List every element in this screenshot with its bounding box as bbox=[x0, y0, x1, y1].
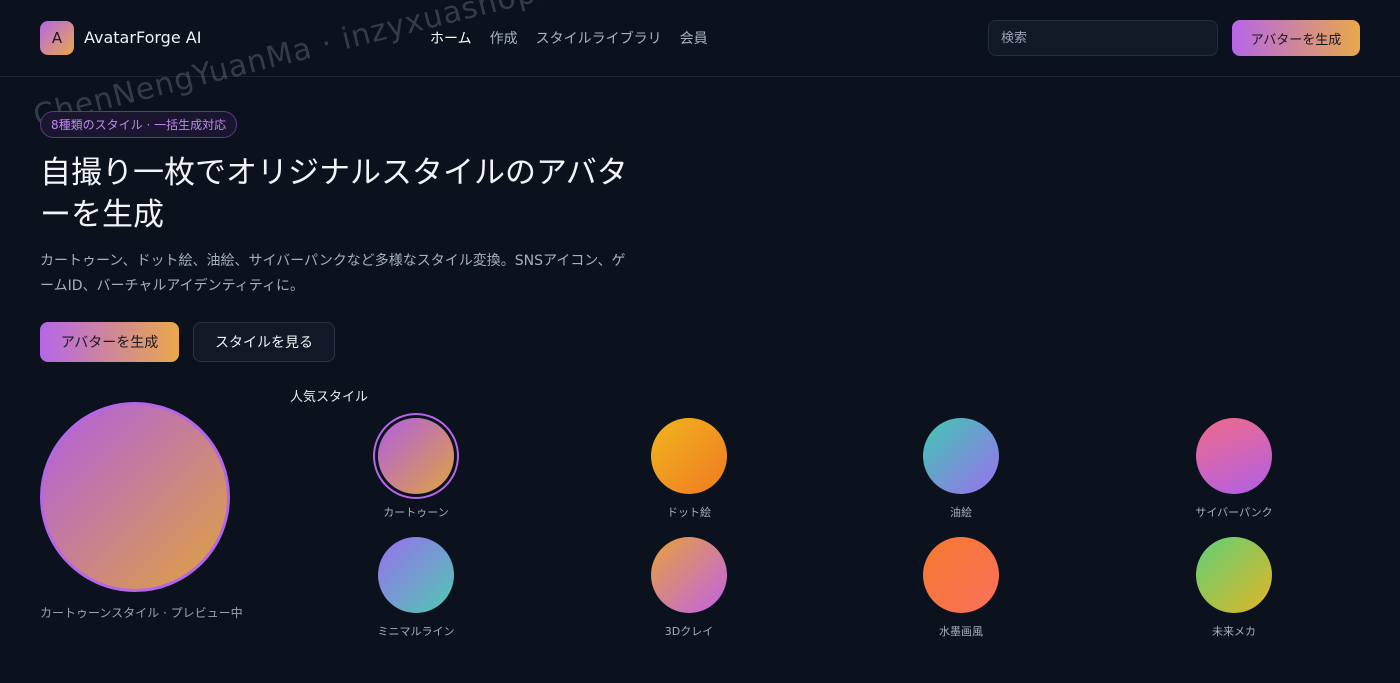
top-header: A AvatarForge AI ホーム 作成 スタイルライブラリ 会員 アバタ… bbox=[0, 0, 1400, 77]
style-label: 水墨画風 bbox=[939, 625, 983, 638]
style-option-ink-wash[interactable]: 水墨画風 bbox=[901, 537, 1021, 639]
nav-item-home[interactable]: ホーム bbox=[430, 28, 472, 48]
style-label: ミニマルライン bbox=[377, 625, 455, 638]
avatar-preview bbox=[40, 402, 230, 592]
popular-styles-title: 人気スタイル bbox=[290, 390, 369, 405]
style-label: カートゥーン bbox=[383, 506, 449, 519]
style-thumbnail bbox=[1196, 537, 1272, 613]
nav-item-membership[interactable]: 会員 bbox=[680, 28, 708, 48]
style-label: 未来メカ bbox=[1212, 625, 1256, 638]
style-thumbnail bbox=[923, 418, 999, 494]
style-label: ドット絵 bbox=[667, 506, 711, 519]
preview-caption: カートゥーンスタイル · プレビュー中 bbox=[40, 606, 243, 620]
style-thumbnail bbox=[923, 537, 999, 613]
style-thumbnail bbox=[378, 537, 454, 613]
view-styles-button[interactable]: スタイルを見る bbox=[193, 322, 335, 362]
style-label: 3Dクレイ bbox=[664, 625, 714, 638]
style-option-oil-painting[interactable]: 油絵 bbox=[901, 418, 1021, 520]
feature-badge: 8種類のスタイル · 一括生成対応 bbox=[40, 111, 238, 138]
nav-item-create[interactable]: 作成 bbox=[490, 28, 518, 48]
style-option-minimal-line[interactable]: ミニマルライン bbox=[356, 537, 476, 639]
style-option-cyberpunk[interactable]: サイバーパンク bbox=[1174, 418, 1294, 520]
style-option-3d-clay[interactable]: 3Dクレイ bbox=[629, 537, 749, 639]
brand-name[interactable]: AvatarForge AI bbox=[84, 28, 201, 47]
logo-badge[interactable]: A bbox=[40, 21, 74, 55]
style-thumbnail bbox=[1196, 418, 1272, 494]
style-option-cartoon[interactable]: カートゥーン bbox=[356, 418, 476, 520]
nav-item-style-library[interactable]: スタイルライブラリ bbox=[536, 28, 662, 48]
style-option-future-mecha[interactable]: 未来メカ bbox=[1174, 537, 1294, 639]
generate-avatar-button[interactable]: アバターを生成 bbox=[40, 322, 179, 362]
style-thumbnail bbox=[651, 418, 727, 494]
style-option-pixel-art[interactable]: ドット絵 bbox=[629, 418, 749, 520]
hero-title: 自撮り一枚でオリジナルスタイルのアバターを生成 bbox=[40, 155, 628, 233]
main-nav: ホーム 作成 スタイルライブラリ 会員 bbox=[430, 28, 726, 48]
style-label: サイバーパンク bbox=[1195, 506, 1273, 519]
style-thumbnail bbox=[651, 537, 727, 613]
style-label: 油絵 bbox=[950, 506, 972, 519]
search-input[interactable] bbox=[988, 20, 1218, 56]
header-generate-avatar-button[interactable]: アバターを生成 bbox=[1232, 20, 1360, 56]
style-thumbnail bbox=[378, 418, 454, 494]
hero-subtitle: カートゥーン、ドット絵、油絵、サイバーパンクなど多様なスタイル変換。SNSアイコ… bbox=[40, 253, 626, 294]
